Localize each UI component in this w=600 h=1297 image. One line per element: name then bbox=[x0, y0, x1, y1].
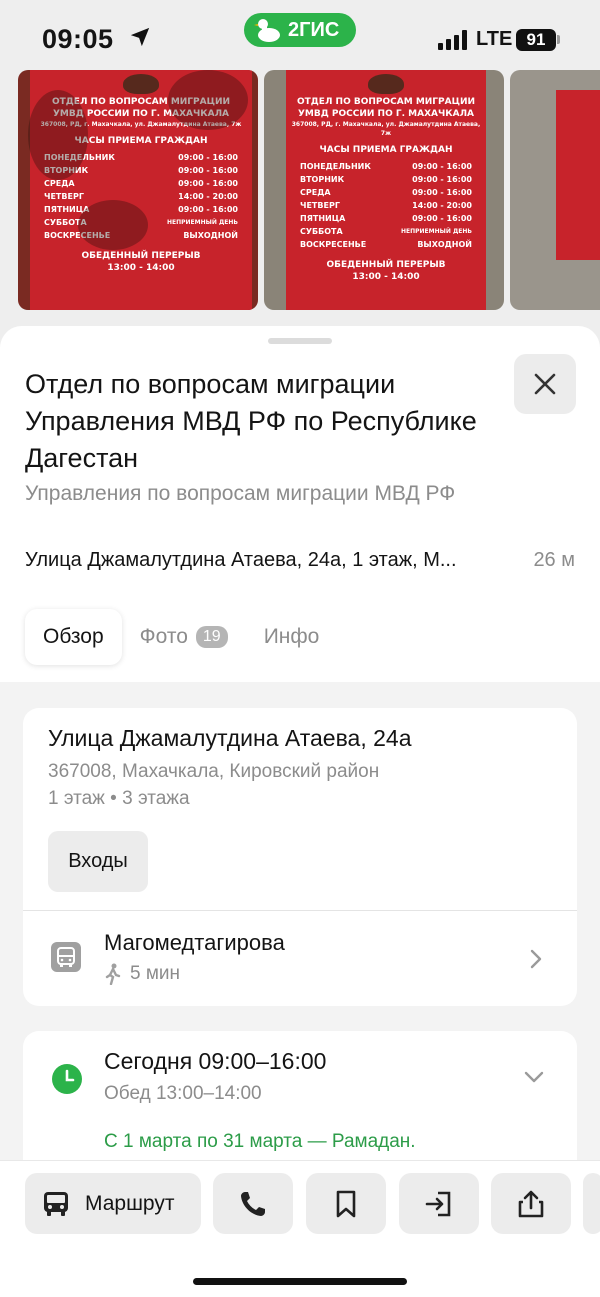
photo-2[interactable]: ОТДЕЛ ПО ВОПРОСАМ МИГРАЦИИ УМВД РОССИИ П… bbox=[264, 70, 504, 310]
sign-line: УМВД РОССИИ ПО Г. МАХАЧКАЛА bbox=[297, 109, 475, 119]
postal-city: 367008, Махачкала, Кировский район bbox=[48, 761, 380, 782]
share-icon bbox=[518, 1190, 544, 1217]
floors-info: 1 этаж • 3 этажа bbox=[48, 788, 190, 809]
address-card: Улица Джамалутдина Атаева, 24а 367008, М… bbox=[23, 708, 577, 1006]
place-category: Управления по вопросам миграции МВД РФ bbox=[25, 482, 456, 505]
place-distance: 26 м bbox=[533, 549, 575, 571]
goose-icon bbox=[254, 19, 280, 42]
tab-info[interactable]: Инфо bbox=[246, 609, 338, 665]
sign-row: ВОСКРЕСЕНЬЕ ВЫХОДНОЙ bbox=[300, 240, 472, 249]
sign-row: ЧЕТВЕРГ 14:00 - 20:00 bbox=[300, 201, 472, 210]
battery-tip bbox=[557, 35, 560, 44]
emblem-icon bbox=[368, 74, 404, 94]
bus-icon bbox=[44, 1191, 68, 1216]
chevron-right-icon[interactable] bbox=[527, 948, 545, 970]
entrances-button[interactable]: Входы bbox=[48, 831, 148, 892]
photo-3[interactable] bbox=[510, 70, 600, 310]
sign-row: СРЕДА 09:00 - 16:00 bbox=[300, 188, 472, 197]
close-icon bbox=[534, 373, 556, 395]
sign-row: ВТОРНИК 09:00 - 16:00 bbox=[300, 175, 472, 184]
walk-time: 5 мин bbox=[104, 963, 180, 985]
drag-handle[interactable] bbox=[268, 338, 332, 344]
sign-address: 367008, РД, г. Махачкала, ул. Джамалутди… bbox=[291, 121, 481, 137]
tab-photos[interactable]: Фото 19 bbox=[122, 609, 246, 665]
lunch-hours: Обед 13:00–14:00 bbox=[104, 1083, 262, 1104]
divider bbox=[23, 910, 577, 911]
sign-line: ОТДЕЛ ПО ВОПРОСАМ МИГРАЦИИ bbox=[296, 97, 476, 107]
close-button[interactable] bbox=[514, 354, 576, 414]
sign-plate bbox=[556, 90, 600, 260]
location-arrow-icon bbox=[130, 27, 150, 47]
status-bar: 09:05 2ГИС LTE 91 bbox=[0, 0, 600, 70]
place-address-line[interactable]: Улица Джамалутдина Атаева, 24а, 1 этаж, … bbox=[25, 549, 515, 572]
brand-logo: 2ГИС bbox=[244, 13, 356, 47]
sign-break-title: ОБЕДЕННЫЙ ПЕРЕРЫВ bbox=[326, 260, 446, 270]
status-time: 09:05 bbox=[42, 24, 114, 54]
enter-icon bbox=[425, 1191, 451, 1216]
cell-signal-icon bbox=[438, 30, 467, 50]
sign-row: СУББОТА НЕПРИЕМНЫЙ ДЕНЬ bbox=[300, 227, 472, 236]
bookmark-button[interactable] bbox=[306, 1173, 386, 1234]
photo-gallery[interactable]: ОТДЕЛ ПО ВОПРОСАМ МИГРАЦИИ УМВД РОССИИ П… bbox=[0, 70, 600, 312]
phone-icon bbox=[241, 1191, 265, 1216]
emblem-icon bbox=[123, 74, 159, 94]
photo-1[interactable]: ОТДЕЛ ПО ВОПРОСАМ МИГРАЦИИ УМВД РОССИИ П… bbox=[18, 70, 258, 310]
tab-label: Обзор bbox=[43, 625, 104, 648]
today-hours: Сегодня 09:00–16:00 bbox=[104, 1048, 327, 1074]
sign-break-time: 13:00 - 14:00 bbox=[352, 272, 420, 282]
sign-row: ПЯТНИЦА 09:00 - 16:00 bbox=[300, 214, 472, 223]
tab-overview[interactable]: Обзор bbox=[25, 609, 122, 665]
sign-plate: ОТДЕЛ ПО ВОПРОСАМ МИГРАЦИИ УМВД РОССИИ П… bbox=[286, 70, 486, 310]
home-indicator[interactable] bbox=[193, 1278, 407, 1285]
tab-label: Инфо bbox=[263, 625, 320, 648]
clock-icon bbox=[52, 1064, 82, 1094]
street-address[interactable]: Улица Джамалутдина Атаева, 24а bbox=[48, 725, 412, 752]
stop-name[interactable]: Магомедтагирова bbox=[104, 930, 285, 956]
action-bar: Маршрут bbox=[0, 1160, 600, 1297]
chevron-down-icon[interactable] bbox=[523, 1069, 545, 1085]
bus-stop-icon bbox=[51, 942, 81, 972]
sign-row: ЧЕТВЕРГ 14:00 - 20:00 bbox=[44, 192, 238, 201]
schedule-note: С 1 марта по 31 марта — Рамадан. bbox=[104, 1131, 416, 1152]
place-sheet: Отдел по вопросам миграции Управления МВ… bbox=[0, 326, 600, 1297]
route-button[interactable]: Маршрут bbox=[25, 1173, 201, 1234]
tab-bar: Обзор Фото 19 Инфо bbox=[25, 609, 337, 665]
route-label: Маршрут bbox=[85, 1191, 175, 1215]
sign-break-title: ОБЕДЕННЫЙ ПЕРЕРЫВ bbox=[81, 251, 201, 261]
bookmark-icon bbox=[336, 1190, 356, 1217]
brand-name: 2ГИС bbox=[288, 18, 340, 41]
share-button[interactable] bbox=[491, 1173, 571, 1234]
place-title: Отдел по вопросам миграции Управления МВ… bbox=[25, 369, 477, 473]
sign-break-time: 13:00 - 14:00 bbox=[107, 263, 175, 273]
walk-icon bbox=[105, 963, 121, 985]
entrance-button[interactable] bbox=[399, 1173, 479, 1234]
photo-count-badge: 19 bbox=[195, 626, 228, 648]
more-button[interactable] bbox=[583, 1173, 600, 1234]
sign-row: ПОНЕДЕЛЬНИК 09:00 - 16:00 bbox=[300, 162, 472, 171]
sign-hours-title: ЧАСЫ ПРИЕМА ГРАЖДАН bbox=[319, 145, 453, 155]
network-type: LTE bbox=[476, 28, 513, 50]
call-button[interactable] bbox=[213, 1173, 293, 1234]
tab-label: Фото bbox=[139, 625, 188, 648]
walk-time-value: 5 мин bbox=[130, 963, 181, 984]
battery-icon: 91 bbox=[516, 29, 556, 51]
